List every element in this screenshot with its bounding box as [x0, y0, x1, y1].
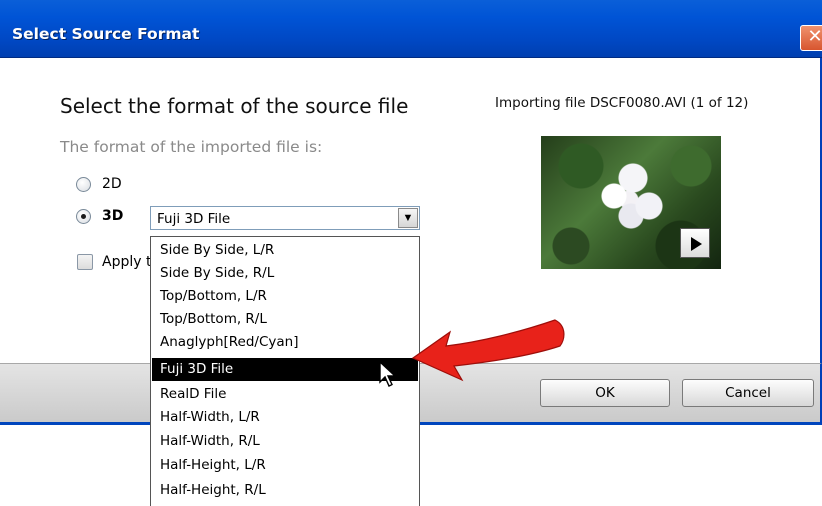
dropdown-item[interactable]: Half-Height, R/L [152, 479, 418, 502]
window-title: Select Source Format [12, 25, 200, 43]
dropdown-item[interactable]: Half-Height, L/R [152, 454, 418, 477]
radio-2d-label: 2D [102, 176, 122, 192]
title-bar: Select Source Format [0, 0, 822, 58]
format-select-value: Fuji 3D File [157, 211, 231, 227]
play-icon[interactable] [680, 228, 710, 258]
close-icon[interactable]: ✕ [800, 25, 822, 51]
dropdown-item[interactable]: Top/Bottom, R/L [152, 308, 418, 331]
chevron-down-icon[interactable]: ▼ [398, 208, 418, 228]
format-prompt: The format of the imported file is: [60, 138, 323, 156]
dropdown-item[interactable]: Half-Width, R/L [152, 430, 418, 453]
dropdown-item[interactable]: Side By Side, L/R [152, 239, 418, 262]
apply-checkbox-label: Apply t [102, 254, 152, 270]
dropdown-item[interactable]: Half-Width, L/R [152, 406, 418, 429]
radio-2d[interactable] [76, 177, 91, 192]
dropdown-item[interactable]: Top/Bottom, L/R [152, 285, 418, 308]
page-title: Select the format of the source file [60, 94, 409, 118]
mouse-cursor-icon [379, 360, 397, 387]
radio-3d-label: 3D [102, 208, 124, 224]
ok-button[interactable]: OK [540, 379, 670, 407]
dropdown-item[interactable]: Side By Side, R/L [152, 262, 418, 285]
apply-checkbox[interactable] [77, 254, 93, 270]
importing-status: Importing file DSCF0080.AVI (1 of 12) [495, 95, 749, 111]
dropdown-item[interactable]: Anaglyph[Red/Cyan] [152, 331, 418, 354]
radio-3d[interactable] [76, 209, 91, 224]
format-select[interactable]: Fuji 3D File ▼ [150, 206, 420, 230]
red-arrow-icon [411, 319, 565, 382]
cancel-button[interactable]: Cancel [682, 379, 814, 407]
